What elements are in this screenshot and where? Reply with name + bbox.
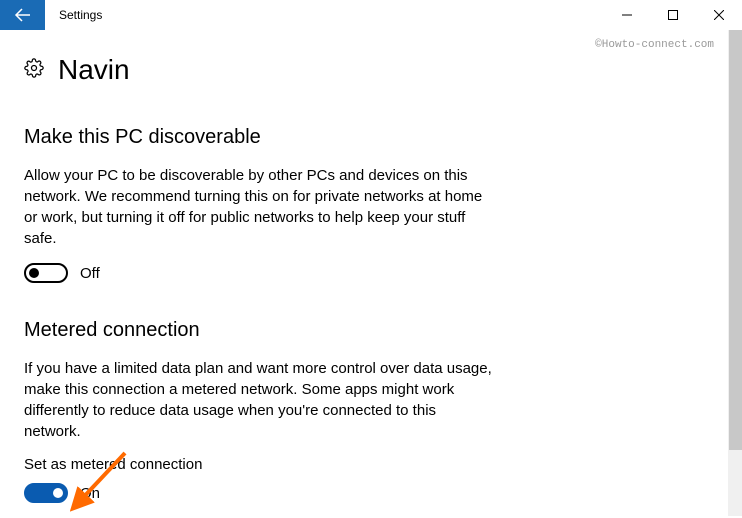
discoverable-toggle[interactable] — [24, 263, 68, 283]
toggle-thumb — [53, 488, 63, 498]
metered-toggle-row: On — [24, 483, 718, 503]
scrollbar-thumb[interactable] — [729, 30, 742, 450]
toggle-thumb — [29, 268, 39, 278]
close-button[interactable] — [696, 0, 742, 30]
discoverable-toggle-row: Off — [24, 263, 718, 283]
back-arrow-icon — [14, 6, 32, 24]
metered-toggle-label: On — [80, 485, 100, 502]
content-area: Navin Make this PC discoverable Allow yo… — [0, 30, 742, 503]
maximize-icon — [668, 10, 678, 20]
metered-toggle[interactable] — [24, 483, 68, 503]
minimize-button[interactable] — [604, 0, 650, 30]
discoverable-description: Allow your PC to be discoverable by othe… — [24, 165, 494, 249]
discoverable-toggle-label: Off — [80, 265, 100, 282]
back-button[interactable] — [0, 0, 45, 30]
page-title: Navin — [58, 54, 130, 86]
window-controls — [604, 0, 742, 30]
minimize-icon — [622, 10, 632, 20]
gear-icon — [24, 58, 44, 83]
metered-description: If you have a limited data plan and want… — [24, 358, 494, 442]
metered-heading: Metered connection — [24, 319, 718, 342]
titlebar: Settings — [0, 0, 742, 30]
close-icon — [714, 10, 724, 20]
window-title: Settings — [59, 8, 102, 22]
maximize-button[interactable] — [650, 0, 696, 30]
discoverable-heading: Make this PC discoverable — [24, 126, 718, 149]
metered-sub-label: Set as metered connection — [24, 456, 718, 473]
watermark: ©Howto-connect.com — [595, 39, 714, 51]
page-header: Navin — [24, 54, 718, 86]
